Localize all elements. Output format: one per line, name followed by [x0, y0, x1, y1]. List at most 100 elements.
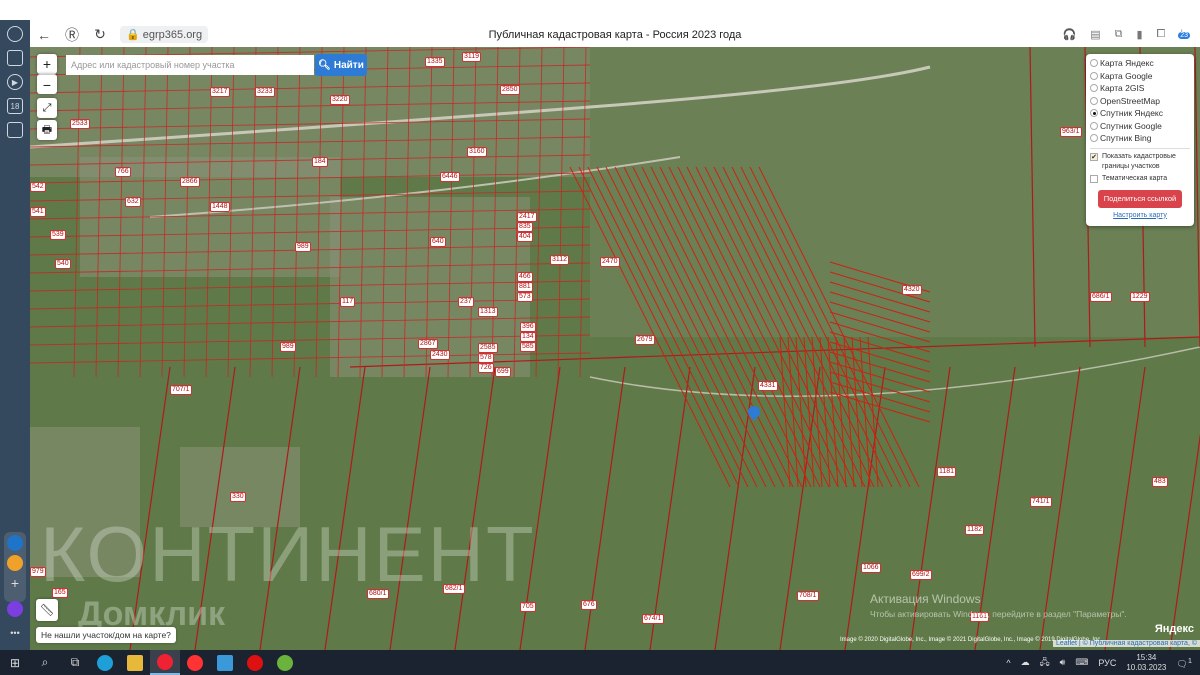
download-icon[interactable]: ⤓23: [1178, 28, 1190, 41]
configure-map-link[interactable]: Настроить карту: [1090, 212, 1190, 219]
utorrent-icon[interactable]: [270, 650, 300, 675]
parcel-label[interactable]: 330: [230, 492, 246, 502]
search-input[interactable]: [66, 55, 314, 75]
parcel-label[interactable]: 3217: [210, 87, 230, 97]
calendar-icon[interactable]: 18: [7, 98, 23, 114]
opera-icon[interactable]: [240, 650, 270, 675]
parcel-label[interactable]: 766: [115, 167, 131, 177]
parcel-label[interactable]: 708/1: [797, 591, 819, 601]
layer-option[interactable]: Карта Яндекс: [1090, 57, 1190, 70]
address-bar[interactable]: 🔒 egrp365.org: [120, 26, 209, 43]
parcel-label[interactable]: 1229: [1130, 292, 1150, 302]
parcel-label[interactable]: 2470: [600, 257, 620, 267]
parcel-label[interactable]: 1335: [425, 57, 445, 67]
parcel-label[interactable]: 3119: [462, 52, 482, 62]
parcel-label[interactable]: 1182: [965, 525, 985, 535]
start-icon[interactable]: ⊞: [0, 650, 30, 675]
fullscreen-button[interactable]: ⤢: [37, 98, 57, 118]
parcel-label[interactable]: 184: [312, 157, 328, 167]
layer-option[interactable]: OpenStreetMap: [1090, 95, 1190, 108]
network-icon[interactable]: 🖧: [1040, 655, 1050, 671]
parcel-label[interactable]: 835: [517, 222, 533, 232]
parcel-label[interactable]: 4320: [902, 285, 922, 295]
zoom-out-button[interactable]: −: [37, 74, 57, 94]
video-icon[interactable]: ▶: [7, 74, 23, 90]
parcel-label[interactable]: 989: [295, 242, 311, 252]
add-icon[interactable]: +: [7, 576, 23, 592]
parcel-label[interactable]: 1448: [210, 202, 230, 212]
language-indicator[interactable]: РУС: [1098, 658, 1116, 668]
parcel-label[interactable]: 726: [478, 363, 494, 373]
parcel-label[interactable]: 989: [280, 342, 296, 352]
yandex-browser-icon[interactable]: [150, 650, 180, 675]
volume-icon[interactable]: 🔊︎: [1060, 657, 1066, 668]
parcel-label[interactable]: 573: [517, 292, 533, 302]
history-icon[interactable]: [7, 26, 23, 42]
parcel-label[interactable]: 686/1: [1090, 292, 1112, 302]
search-icon[interactable]: ⌕: [30, 650, 60, 675]
cadastral-map[interactable]: 3217 3233 3220 2533 1335 184 3160 2850 3119 2866 1…: [30, 47, 1200, 650]
thematic-checkbox[interactable]: Тематическая карта: [1090, 174, 1190, 184]
yandex-icon[interactable]: Ⓡ: [58, 25, 86, 45]
parcel-label[interactable]: 1181: [937, 467, 957, 477]
back-icon[interactable]: ←: [30, 27, 58, 43]
parcel-label[interactable]: 578: [478, 353, 494, 363]
headphones-icon[interactable]: 🎧: [1062, 28, 1076, 41]
parcel-label[interactable]: 466: [517, 272, 533, 282]
notifications-icon[interactable]: 🗨1: [1176, 656, 1192, 670]
print-button[interactable]: 🖶: [37, 120, 57, 140]
collections-icon[interactable]: [7, 50, 23, 66]
parcel-label[interactable]: 2533: [70, 119, 90, 129]
bookmark-icon[interactable]: ▮: [1136, 28, 1142, 41]
parcel-label[interactable]: 542: [30, 182, 46, 192]
parcel-label[interactable]: 404: [517, 232, 533, 242]
parcel-label[interactable]: 707/1: [170, 385, 192, 395]
parcel-label[interactable]: 237: [458, 297, 474, 307]
layer-option[interactable]: Карта Google: [1090, 70, 1190, 83]
layer-option[interactable]: Спутник Bing: [1090, 132, 1190, 145]
parcel-label[interactable]: 2417: [517, 212, 537, 222]
not-found-link[interactable]: Не нашли участок/дом на карте?: [36, 627, 176, 643]
parcel-label[interactable]: 632: [125, 197, 141, 207]
parcel-label[interactable]: 3233: [255, 87, 275, 97]
screenshot-icon[interactable]: [7, 122, 23, 138]
layer-option[interactable]: Спутник Яндекс: [1090, 107, 1190, 120]
parcel-label[interactable]: 881: [517, 282, 533, 292]
parcel-label[interactable]: 741/1: [1030, 497, 1052, 507]
explorer-icon[interactable]: [120, 650, 150, 675]
parcel-label[interactable]: 117: [340, 297, 356, 307]
parcel-label[interactable]: 1313: [478, 307, 498, 317]
parcel-label[interactable]: 539: [50, 230, 66, 240]
tray-chevron-icon[interactable]: ^: [1006, 658, 1010, 668]
share-link-button[interactable]: Поделиться ссылкой: [1098, 189, 1182, 208]
parcel-label[interactable]: 483: [1152, 477, 1168, 487]
ruler-button[interactable]: 📏︎: [36, 599, 58, 621]
parcel-label[interactable]: 674/1: [642, 614, 664, 624]
parcel-label[interactable]: 2866: [180, 177, 200, 187]
leaflet-attribution[interactable]: Leaflet | © Публичная кадастровая карта,…: [1052, 640, 1200, 647]
parcel-label[interactable]: 3220: [330, 95, 350, 105]
keyboard-icon[interactable]: ⌨: [1075, 657, 1088, 668]
tabs-icon[interactable]: ⧉: [1115, 28, 1123, 41]
parcel-label[interactable]: 2850: [500, 85, 520, 95]
layer-option[interactable]: Карта 2GIS: [1090, 82, 1190, 95]
parcel-label[interactable]: 540: [55, 259, 71, 269]
parcel-label[interactable]: 1066: [861, 563, 881, 573]
parcel-label[interactable]: 699/2: [910, 570, 932, 580]
reader-icon[interactable]: ▤: [1090, 28, 1100, 41]
find-button[interactable]: 🔍︎ Найти: [315, 54, 367, 76]
alice-icon[interactable]: [7, 601, 23, 617]
parcel-label[interactable]: 2867: [418, 339, 438, 349]
layer-option[interactable]: Спутник Google: [1090, 120, 1190, 133]
yandex-icon[interactable]: [180, 650, 210, 675]
edge-icon[interactable]: [90, 650, 120, 675]
parcel-label[interactable]: 6446: [440, 172, 460, 182]
parcel-label[interactable]: 2585: [478, 343, 498, 353]
zoom-in-button[interactable]: +: [37, 54, 57, 74]
parcel-label[interactable]: 4331: [758, 381, 778, 391]
parcel-label[interactable]: 134: [520, 332, 536, 342]
extensions-icon[interactable]: ⧠: [1157, 28, 1166, 41]
parcel-label[interactable]: 963/1: [1060, 127, 1082, 137]
clock[interactable]: 15:34 10.03.2023: [1126, 653, 1166, 673]
parcel-label[interactable]: 396: [520, 322, 536, 332]
